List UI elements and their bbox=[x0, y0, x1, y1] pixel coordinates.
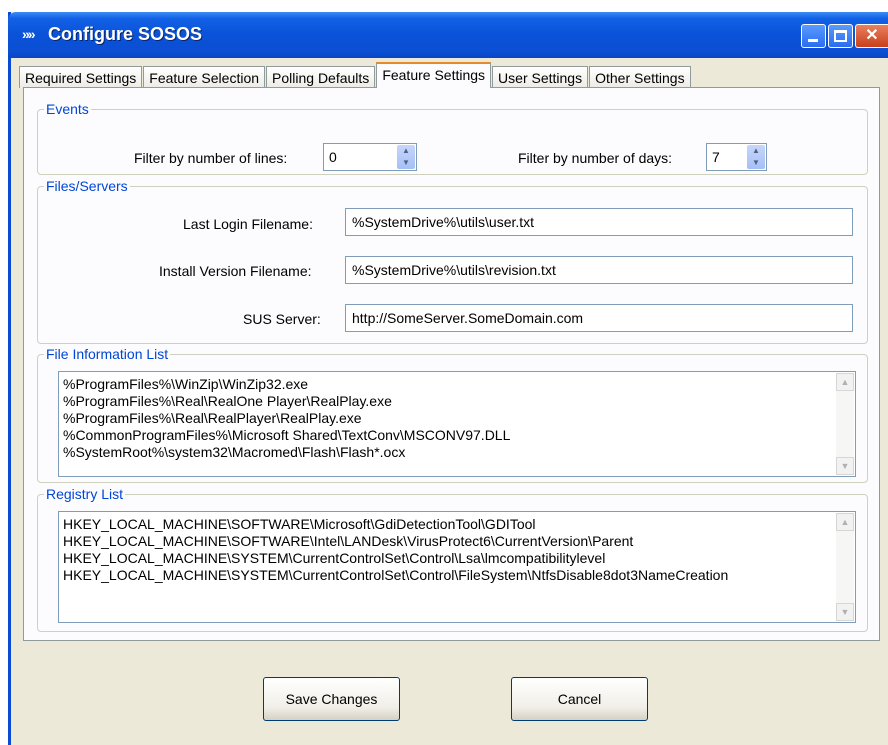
save-changes-button[interactable]: Save Changes bbox=[263, 677, 400, 721]
spin-down-icon[interactable]: ▼ bbox=[397, 157, 415, 169]
tab-user-settings[interactable]: User Settings bbox=[492, 66, 589, 88]
registry-legend: Registry List bbox=[46, 486, 124, 502]
sus-server-field[interactable]: http://SomeServer.SomeDomain.com bbox=[345, 304, 853, 332]
list-item[interactable]: HKEY_LOCAL_MACHINE\SOFTWARE\Microsoft\Gd… bbox=[63, 516, 833, 533]
file-info-lines: %ProgramFiles%\WinZip\WinZip32.exe %Prog… bbox=[63, 376, 833, 461]
install-version-field[interactable]: %SystemDrive%\utils\revision.txt bbox=[345, 256, 853, 284]
list-item[interactable]: HKEY_LOCAL_MACHINE\SYSTEM\CurrentControl… bbox=[63, 550, 833, 567]
tab-other-settings[interactable]: Other Settings bbox=[589, 66, 691, 88]
spin-up-icon[interactable]: ▲ bbox=[747, 145, 765, 157]
list-item[interactable]: HKEY_LOCAL_MACHINE\SOFTWARE\Intel\LANDes… bbox=[63, 533, 833, 550]
filter-lines-spin-buttons: ▲ ▼ bbox=[397, 145, 415, 169]
maximize-icon bbox=[834, 30, 847, 42]
filter-lines-label: Filter by number of lines: bbox=[134, 150, 288, 166]
list-item[interactable]: %CommonProgramFiles%\Microsoft Shared\Te… bbox=[63, 427, 833, 444]
scroll-down-icon[interactable]: ▼ bbox=[836, 457, 854, 475]
scroll-up-icon[interactable]: ▲ bbox=[836, 513, 854, 531]
file-info-listbox[interactable]: %ProgramFiles%\WinZip\WinZip32.exe %Prog… bbox=[58, 371, 856, 477]
maximize-button[interactable] bbox=[828, 24, 853, 48]
scroll-up-icon[interactable]: ▲ bbox=[836, 373, 854, 391]
file-info-scrollbar[interactable]: ▲ ▼ bbox=[836, 373, 854, 475]
scroll-down-icon[interactable]: ▼ bbox=[836, 603, 854, 621]
filter-days-spin-buttons: ▲ ▼ bbox=[747, 145, 765, 169]
file-info-group: File Information List %ProgramFiles%\Win… bbox=[37, 346, 868, 483]
window-title: Configure SOSOS bbox=[48, 24, 203, 44]
registry-group: Registry List HKEY_LOCAL_MACHINE\SOFTWAR… bbox=[37, 486, 868, 632]
files-servers-legend: Files/Servers bbox=[46, 178, 128, 194]
registry-lines: HKEY_LOCAL_MACHINE\SOFTWARE\Microsoft\Gd… bbox=[63, 516, 833, 584]
install-version-label: Install Version Filename: bbox=[159, 263, 312, 279]
filter-days-spinner[interactable]: 7 ▲ ▼ bbox=[706, 143, 767, 171]
filter-days-value: 7 bbox=[712, 149, 720, 165]
events-group: Events Filter by number of lines: 0 ▲ ▼ … bbox=[37, 101, 868, 175]
tab-required-settings[interactable]: Required Settings bbox=[19, 66, 143, 88]
list-item[interactable]: %SystemRoot%\system32\Macromed\Flash\Fla… bbox=[63, 444, 833, 461]
tab-feature-settings[interactable]: Feature Settings bbox=[376, 62, 492, 88]
feature-settings-panel: Events Filter by number of lines: 0 ▲ ▼ … bbox=[23, 87, 880, 641]
filter-lines-value: 0 bbox=[329, 149, 337, 165]
list-item[interactable]: %ProgramFiles%\Real\RealPlayer\RealPlay.… bbox=[63, 410, 833, 427]
files-servers-group: Files/Servers Last Login Filename: %Syst… bbox=[37, 178, 868, 344]
filter-lines-spinner[interactable]: 0 ▲ ▼ bbox=[323, 143, 417, 171]
events-legend: Events bbox=[46, 101, 89, 117]
registry-scrollbar[interactable]: ▲ ▼ bbox=[836, 513, 854, 621]
list-item[interactable]: %ProgramFiles%\Real\RealOne Player\RealP… bbox=[63, 393, 833, 410]
last-login-field[interactable]: %SystemDrive%\utils\user.txt bbox=[345, 208, 853, 236]
close-icon: ✕ bbox=[865, 27, 879, 44]
sus-server-label: SUS Server: bbox=[243, 311, 321, 327]
title-bar[interactable]: »» Configure SOSOS ✕ bbox=[8, 12, 888, 58]
tab-strip: Required Settings Feature Selection Poll… bbox=[19, 62, 692, 88]
app-icon: »» bbox=[22, 26, 36, 42]
spin-down-icon[interactable]: ▼ bbox=[747, 157, 765, 169]
list-item[interactable]: HKEY_LOCAL_MACHINE\SYSTEM\CurrentControl… bbox=[63, 567, 833, 584]
minimize-icon bbox=[808, 39, 818, 42]
filter-days-label: Filter by number of days: bbox=[518, 150, 673, 166]
spin-up-icon[interactable]: ▲ bbox=[397, 145, 415, 157]
file-info-legend: File Information List bbox=[46, 346, 169, 362]
last-login-label: Last Login Filename: bbox=[183, 216, 313, 232]
cancel-button[interactable]: Cancel bbox=[511, 677, 648, 721]
close-button[interactable]: ✕ bbox=[855, 24, 888, 48]
tab-polling-defaults[interactable]: Polling Defaults bbox=[266, 66, 376, 88]
registry-listbox[interactable]: HKEY_LOCAL_MACHINE\SOFTWARE\Microsoft\Gd… bbox=[58, 511, 856, 623]
minimize-button[interactable] bbox=[801, 24, 826, 48]
tab-feature-selection[interactable]: Feature Selection bbox=[143, 66, 266, 88]
list-item[interactable]: %ProgramFiles%\WinZip\WinZip32.exe bbox=[63, 376, 833, 393]
